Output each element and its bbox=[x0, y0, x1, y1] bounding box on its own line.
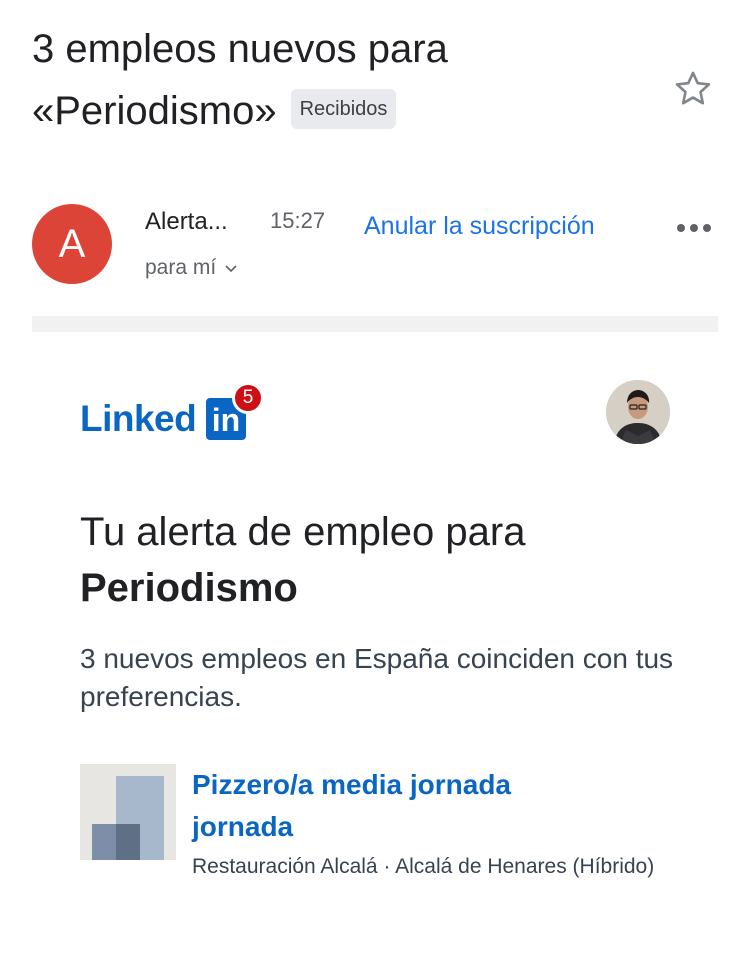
company-logo-placeholder[interactable] bbox=[80, 764, 176, 860]
star-icon[interactable] bbox=[672, 68, 714, 110]
recipient-label: para mí bbox=[145, 256, 217, 279]
sender-name[interactable]: Alerta... bbox=[145, 208, 228, 236]
headline-keyword: Periodismo bbox=[80, 566, 298, 610]
more-horizontal-icon[interactable] bbox=[676, 222, 712, 234]
unsubscribe-link[interactable]: Anular la suscripción bbox=[364, 212, 595, 241]
content-divider bbox=[32, 316, 718, 332]
job-company-location: Restauración Alcalá · Alcalá de Henares … bbox=[192, 855, 655, 878]
recipient-details[interactable]: para mí bbox=[145, 256, 238, 280]
email-subject: 3 empleos nuevos para «Periodismo» Recibi… bbox=[32, 18, 662, 142]
alert-headline: Tu alerta de empleo para Periodismo bbox=[80, 504, 700, 616]
chevron-down-icon bbox=[225, 265, 237, 273]
linkedin-logo-word: Linked bbox=[80, 398, 197, 439]
profile-avatar[interactable] bbox=[606, 380, 670, 444]
notification-badge: 5 bbox=[232, 382, 264, 414]
email-time: 15:27 bbox=[270, 208, 326, 233]
job-title-link[interactable]: Pizzero/a media jornada jornada bbox=[192, 764, 612, 848]
alert-subtext: 3 nuevos empleos en España coinciden con… bbox=[80, 643, 674, 712]
profile-photo-image bbox=[606, 380, 670, 444]
sender-avatar[interactable]: A bbox=[32, 204, 112, 284]
headline-prefix: Tu alerta de empleo para bbox=[80, 510, 526, 554]
linkedin-logo[interactable]: Linked in 5 bbox=[80, 378, 270, 444]
inbox-label-badge[interactable]: Recibidos bbox=[290, 89, 397, 130]
company-logo-icon bbox=[80, 764, 176, 860]
